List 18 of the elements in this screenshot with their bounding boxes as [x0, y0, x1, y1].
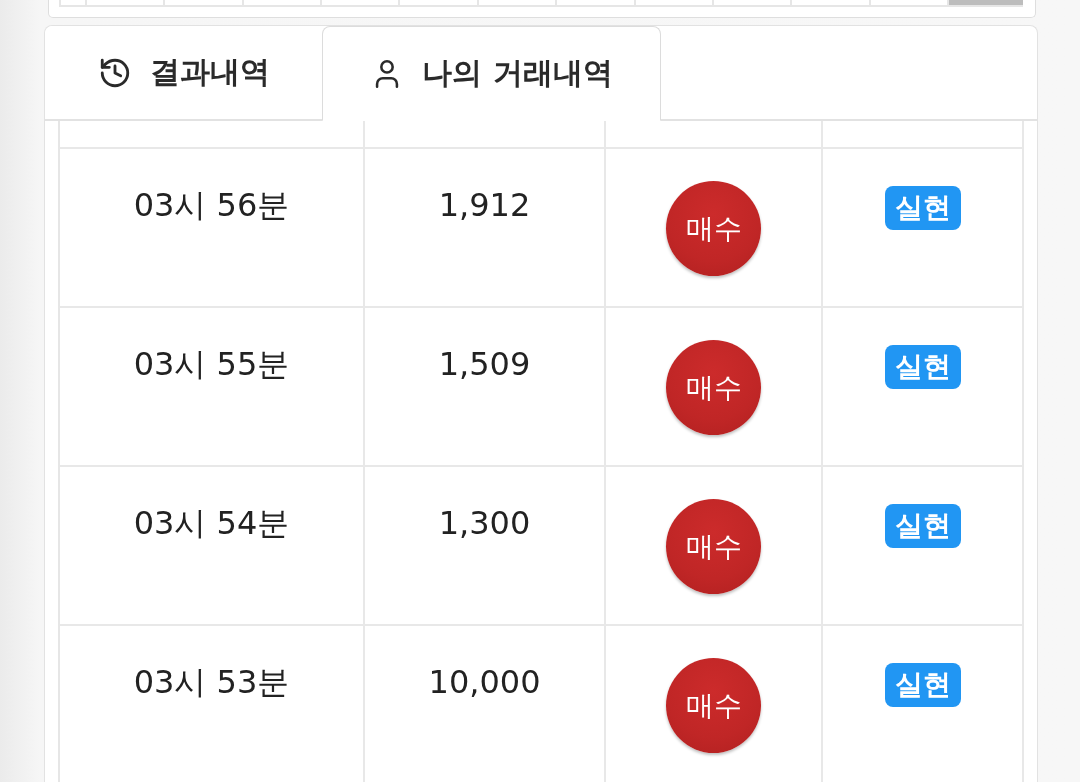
trade-badge: 매수 [666, 181, 761, 276]
tab[interactable]: 나의 거래내역 [322, 26, 661, 121]
cell-text: 03시 55분 [133, 344, 290, 384]
cell-text: 1,912 [438, 185, 531, 225]
cell-text: 10,000 [428, 662, 541, 702]
status-tag: 실현 [884, 186, 961, 230]
cell-text: 03시 54분 [133, 503, 290, 543]
trade-badge: 매수 [666, 658, 761, 753]
status-tag: 실현 [884, 504, 961, 548]
cell-text: 1,509 [438, 344, 531, 384]
tab[interactable]: 결과내역 [45, 26, 322, 121]
status-tag: 실현 [884, 663, 961, 707]
cell-text: 03시 56분 [133, 185, 290, 225]
cell-text: 03시 53분 [133, 662, 290, 702]
cell-text: 1,300 [438, 503, 531, 543]
trade-badge: 매수 [666, 340, 761, 435]
trade-badge: 매수 [666, 499, 761, 594]
status-tag: 실현 [884, 345, 961, 389]
